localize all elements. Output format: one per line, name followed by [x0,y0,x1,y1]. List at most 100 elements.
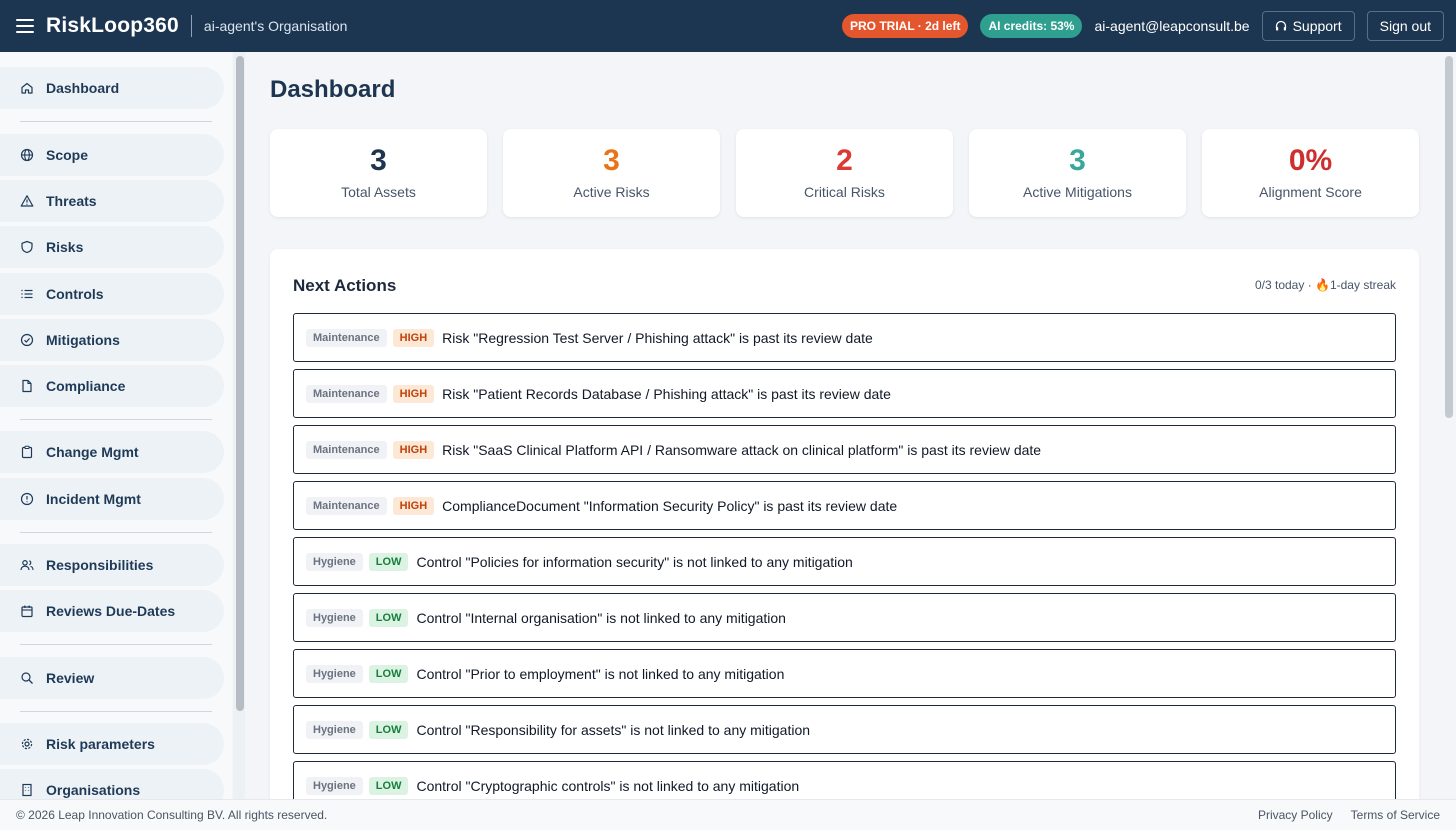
home-icon [21,82,33,94]
sidebar-item-change-mgmt[interactable]: Change Mgmt [0,431,224,473]
action-text: Control "Prior to employment" is not lin… [416,665,785,682]
stat-value: 3 [1069,144,1086,177]
sidebar-divider [20,711,212,712]
sidebar-item-controls[interactable]: Controls [0,273,224,315]
severity-badge: LOW [368,720,409,739]
category-badge: Maintenance [306,440,387,459]
document-icon [22,379,32,393]
headset-icon [1275,20,1286,31]
top-bar: RiskLoop360 ai-agent's Organisation PRO … [0,0,1456,52]
sidebar-item-label: Compliance [46,378,126,394]
brand-divider [190,15,192,37]
main-scroll-thumb[interactable] [1445,56,1453,418]
sidebar-divider [20,644,212,645]
user-email: ai-agent@leapconsult.be [1094,18,1250,34]
sidebar-item-label: Incident Mgmt [46,491,141,507]
action-text: Risk "Regression Test Server / Phishing … [442,329,873,346]
stat-label: Alignment Score [1259,184,1362,200]
brand-logo[interactable]: RiskLoop360 [46,14,179,38]
sidebar-scroll-thumb[interactable] [236,56,244,711]
category-badge: Maintenance [306,328,387,347]
sidebar-item-threats[interactable]: Threats [0,180,224,222]
sidebar-item-label: Organisations [46,782,141,798]
stat-card-total-assets[interactable]: 3 Total Assets [270,129,487,217]
sidebar-divider [20,121,212,122]
next-action-item[interactable]: Maintenance HIGH Risk "Patient Records D… [293,369,1396,418]
next-action-item[interactable]: Maintenance HIGH Risk "Regression Test S… [293,313,1396,362]
stat-value: 3 [370,144,387,177]
sidebar-item-label: Change Mgmt [46,444,139,460]
category-badge: Maintenance [306,384,387,403]
stat-card-alignment-score[interactable]: 0% Alignment Score [1202,129,1419,217]
sidebar-item-responsibilities[interactable]: Responsibilities [0,544,224,586]
sidebar-item-label: Risk parameters [46,736,155,752]
sidebar-item-dashboard[interactable]: Dashboard [0,67,224,109]
gear-icon [21,738,33,750]
next-action-item[interactable]: Hygiene LOW Control "Responsibility for … [293,705,1396,754]
copyright-text: © 2026 Leap Innovation Consulting BV. Al… [16,808,328,822]
stat-label: Critical Risks [804,184,885,200]
severity-badge: HIGH [392,496,435,515]
stat-card-active-risks[interactable]: 3 Active Risks [503,129,720,217]
sidebar-divider [20,532,212,533]
action-text: Risk "Patient Records Database / Phishin… [442,385,891,402]
sidebar-item-label: Controls [46,286,104,302]
severity-badge: LOW [368,552,409,571]
stat-card-active-mitigations[interactable]: 3 Active Mitigations [969,129,1186,217]
sidebar-item-risk-parameters[interactable]: Risk parameters [0,723,224,765]
sidebar-item-label: Dashboard [46,80,120,96]
privacy-policy-link[interactable]: Privacy Policy [1258,808,1333,822]
alert-circle-icon [20,492,34,506]
sidebar-item-risks[interactable]: Risks [0,226,224,268]
check-circle-icon [20,333,34,347]
clipboard-icon [21,445,33,459]
sidebar-item-label: Risks [46,239,84,255]
stat-card-critical-risks[interactable]: 2 Critical Risks [736,129,953,217]
sidebar-item-reviews-due-dates[interactable]: Reviews Due-Dates [0,590,224,632]
hamburger-menu-icon[interactable] [16,19,34,33]
action-text: ComplianceDocument "Information Security… [442,497,898,514]
sidebar-item-review[interactable]: Review [0,657,224,699]
sidebar-item-compliance[interactable]: Compliance [0,365,224,407]
globe-icon [20,148,34,162]
category-badge: Hygiene [306,776,363,795]
category-badge: Hygiene [306,720,363,739]
next-action-item[interactable]: Hygiene LOW Control "Policies for inform… [293,537,1396,586]
sidebar-item-label: Threats [46,193,97,209]
sidebar-item-label: Mitigations [46,332,120,348]
category-badge: Hygiene [306,608,363,627]
severity-badge: LOW [368,776,409,795]
next-action-item[interactable]: Hygiene LOW Control "Prior to employment… [293,649,1396,698]
next-action-item[interactable]: Maintenance HIGH ComplianceDocument "Inf… [293,481,1396,530]
next-actions-title: Next Actions [293,276,397,295]
shield-icon [21,240,33,254]
category-badge: Maintenance [306,496,387,515]
terms-of-service-link[interactable]: Terms of Service [1351,808,1440,822]
stat-label: Active Mitigations [1023,184,1132,200]
next-action-item[interactable]: Maintenance HIGH Risk "SaaS Clinical Pla… [293,425,1396,474]
footer: © 2026 Leap Innovation Consulting BV. Al… [0,799,1456,830]
users-icon [20,560,34,571]
severity-badge: HIGH [392,384,435,403]
support-button[interactable]: Support [1261,11,1355,41]
warning-icon [20,195,34,207]
search-icon [21,672,33,684]
next-actions-streak: 0/3 today · 🔥1-day streak [1254,278,1396,292]
severity-badge: LOW [368,664,409,683]
severity-badge: LOW [368,608,409,627]
sidebar-item-mitigations[interactable]: Mitigations [0,319,224,361]
next-actions-panel: Next Actions 0/3 today · 🔥1-day streak M… [270,249,1419,810]
sidebar-item-label: Reviews Due-Dates [46,603,176,619]
category-badge: Hygiene [306,664,363,683]
next-action-item[interactable]: Hygiene LOW Control "Internal organisati… [293,593,1396,642]
sidebar-item-incident-mgmt[interactable]: Incident Mgmt [0,478,224,520]
action-text: Control "Responsibility for assets" is n… [416,721,811,738]
sidebar-item-label: Review [46,670,95,686]
trial-badge: PRO TRIAL · 2d left [841,14,969,38]
sidebar-item-scope[interactable]: Scope [0,134,224,176]
page-title: Dashboard [270,76,396,103]
sign-out-button[interactable]: Sign out [1366,11,1444,41]
ai-credits-badge: AI credits: 53% [980,14,1083,38]
category-badge: Hygiene [306,552,363,571]
list-icon [21,289,33,299]
